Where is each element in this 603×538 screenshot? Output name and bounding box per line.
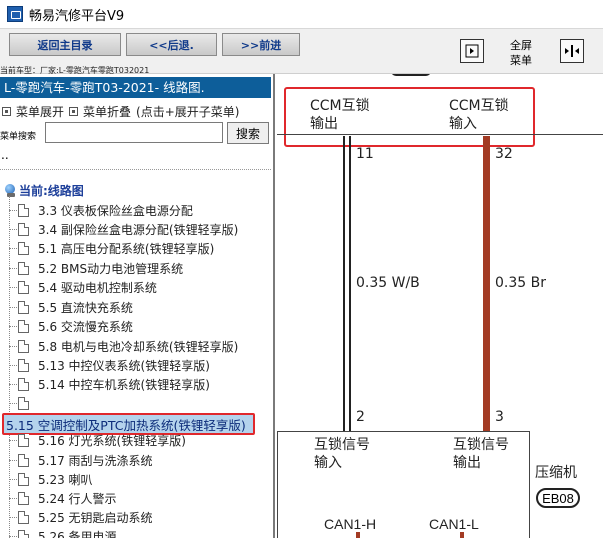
document-icon xyxy=(18,378,29,391)
can-wire-stub xyxy=(356,532,360,538)
interlock-signal-in-label: 互锁信号 输入 xyxy=(314,437,370,471)
ccm-module-edge xyxy=(277,134,603,135)
document-icon xyxy=(18,281,29,294)
wire-spec-left: 0.35 W/B xyxy=(356,275,420,291)
pin-label-3: 3 xyxy=(495,409,504,425)
menu-search-input[interactable] xyxy=(45,122,223,143)
document-icon xyxy=(18,242,29,255)
window-title: 畅易汽修平台V9 xyxy=(29,8,125,24)
wire-brown[interactable] xyxy=(483,136,490,432)
app-icon xyxy=(7,6,23,22)
top-connector-outline xyxy=(391,74,431,76)
tree-divider xyxy=(0,169,271,170)
wire-white-black[interactable] xyxy=(343,136,351,432)
tree-item[interactable]: 5.16 灯光系统(铁锂轻享版) xyxy=(9,431,186,450)
collapse-checkbox-icon[interactable] xyxy=(69,107,79,116)
current-vehicle-bar: L-零跑汽车-零跑T03-2021- 线路图. xyxy=(0,77,271,98)
document-icon xyxy=(18,473,29,486)
document-icon xyxy=(18,511,29,524)
document-icon xyxy=(18,340,29,353)
wire-spec-right: 0.35 Br xyxy=(495,275,546,291)
menu-collapse-link[interactable]: 菜单折叠 xyxy=(83,103,131,120)
expand-panel-button[interactable] xyxy=(460,39,484,63)
tree-item[interactable]: 5.14 中控车机系统(铁锂轻享版) xyxy=(9,375,210,394)
home-button[interactable]: 返回主目录 xyxy=(9,33,121,56)
tree-item[interactable]: 5.17 雨刮与洗涤系统 xyxy=(9,451,153,470)
document-icon xyxy=(18,204,29,217)
tree-item[interactable]: 5.25 无钥匙启动系统 xyxy=(9,508,153,527)
pin-label-11: 11 xyxy=(356,146,374,162)
can-wire-stub xyxy=(460,532,464,538)
fullscreen-button[interactable] xyxy=(560,39,584,63)
ccm-highlight-box xyxy=(284,87,535,147)
connector-eb08[interactable]: EB08 xyxy=(536,488,580,508)
search-button[interactable]: 搜索 xyxy=(227,122,269,144)
tree-root-label: 当前:线路图 xyxy=(19,184,84,198)
back-button[interactable]: <<后退. xyxy=(126,33,217,56)
tree-item[interactable]: 3.4 副保险丝盒电源分配(铁锂轻享版) xyxy=(9,220,238,239)
tree-item[interactable]: 5.24 行人警示 xyxy=(9,489,117,508)
tree-item[interactable]: 5.6 交流慢充系统 xyxy=(9,317,133,336)
document-icon xyxy=(18,454,29,467)
tree-item[interactable]: 5.5 直流快充系统 xyxy=(9,298,133,317)
can1-l-label: CAN1-L xyxy=(429,516,479,532)
pin-label-2: 2 xyxy=(356,409,365,425)
document-icon xyxy=(18,359,29,372)
expand-checkbox-icon[interactable] xyxy=(2,107,11,116)
tree-item[interactable]: 5.13 中控仪表系统(铁锂轻享版) xyxy=(9,356,210,375)
forward-button[interactable]: >>前进 xyxy=(222,33,300,56)
document-icon xyxy=(18,223,29,236)
tree-item[interactable]: 5.26 备用电源 xyxy=(9,527,117,538)
tree-root[interactable]: 当前:线路图 xyxy=(5,182,84,199)
tree-item[interactable]: 5.1 高压电分配系统(铁锂轻享版) xyxy=(9,239,214,258)
document-icon xyxy=(18,397,29,410)
document-icon xyxy=(18,492,29,505)
tree-item[interactable]: 3.3 仪表板保险丝盒电源分配 xyxy=(9,201,193,220)
collapse-hint: (点击+展开子菜单) xyxy=(136,105,240,119)
fullscreen-icon xyxy=(565,45,579,57)
document-icon xyxy=(18,530,29,538)
tree-item[interactable]: 5.23 喇叭 xyxy=(9,470,93,489)
can1-h-label: CAN1-H xyxy=(324,516,377,532)
tree-item[interactable] xyxy=(9,394,38,413)
menu-panel: L-零跑汽车-零跑T03-2021- 线路图. 菜单展开 菜单折叠 (点击+展开… xyxy=(0,74,275,538)
document-icon xyxy=(18,262,29,275)
toolbar: 返回主目录 <<后退. >>前进 当前车型：厂家:L-零跑汽车零跑T032021… xyxy=(0,29,603,75)
pin-label-32: 32 xyxy=(495,146,513,162)
interlock-signal-out-label: 互锁信号 输出 xyxy=(453,437,509,471)
menu-search-label: 菜单搜索 xyxy=(0,132,37,142)
menu-expand-link[interactable]: 菜单展开 xyxy=(16,103,64,120)
tree-item[interactable]: 5.8 电机与电池冷却系统(铁锂轻享版) xyxy=(9,337,238,356)
globe-computer-icon xyxy=(5,184,17,197)
tree-item[interactable]: 5.4 驱动电机控制系统 xyxy=(9,278,157,297)
document-icon xyxy=(18,301,29,314)
document-icon xyxy=(18,320,29,333)
title-bar: 畅易汽修平台V9 xyxy=(0,0,603,29)
fullscreen-menu-label: 全屏 菜单 xyxy=(510,39,532,67)
menu-expand-row: 菜单展开 菜单折叠 (点击+展开子菜单) xyxy=(2,103,239,120)
panel-expand-icon xyxy=(465,44,479,58)
tree-item[interactable]: 5.2 BMS动力电池管理系统 xyxy=(9,259,183,278)
parent-dir-link[interactable]: .. xyxy=(1,148,9,162)
wiring-diagram[interactable]: CCM互锁 输出 CCM互锁 输入 11 32 0.35 W/B 0.35 Br… xyxy=(277,74,603,538)
document-icon xyxy=(18,434,29,447)
compressor-label: 压缩机 xyxy=(535,465,577,481)
